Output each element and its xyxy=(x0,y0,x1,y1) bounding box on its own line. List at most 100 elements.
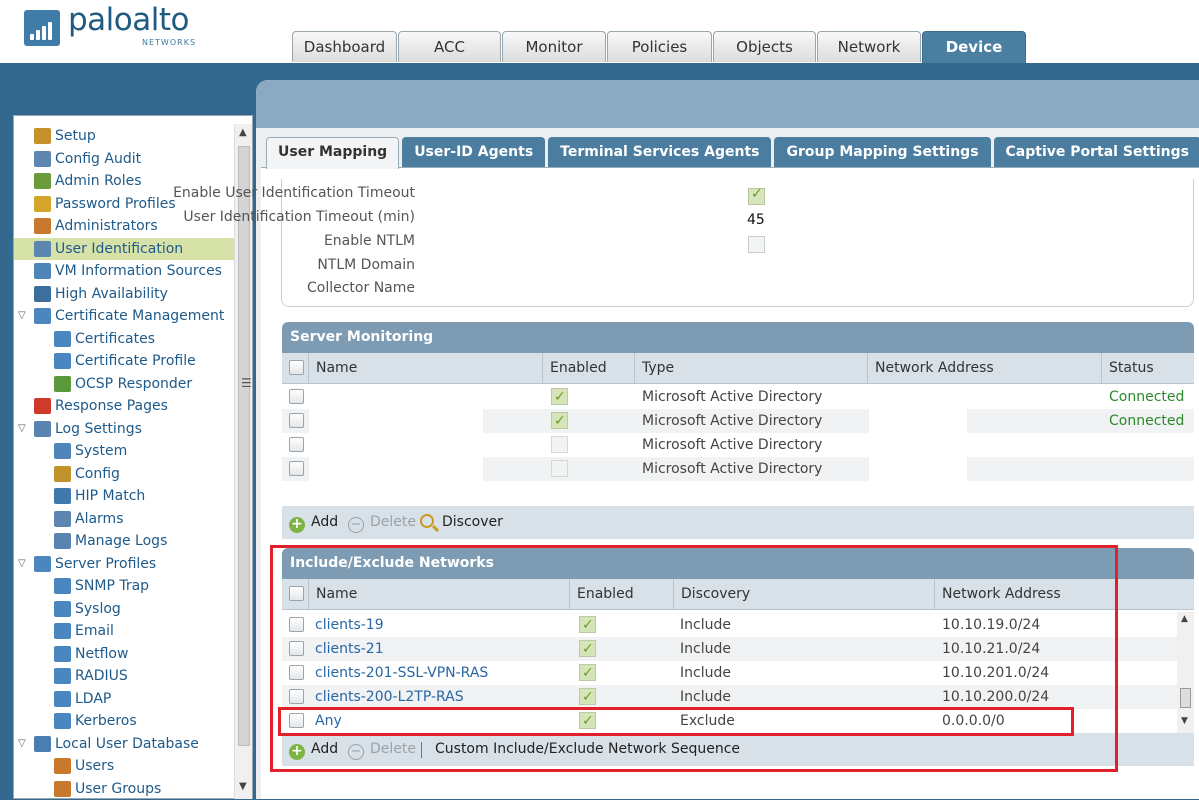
timeout-value: 45 xyxy=(747,212,765,228)
sidebar-item-log-settings[interactable]: ▽ Log Settings xyxy=(14,418,234,440)
table-row[interactable]: Microsoft Active Directory Connected xyxy=(282,385,1194,409)
scroll-up-icon[interactable]: ▲ xyxy=(239,127,247,138)
sidebar-item-response-pages[interactable]: Response Pages xyxy=(14,395,234,417)
sidebar-item-label: VM Information Sources xyxy=(55,263,222,279)
redacted-address xyxy=(869,457,967,481)
sidebar-item-certificate-profile[interactable]: Certificate Profile xyxy=(14,350,234,372)
sidebar-item-alarms[interactable]: Alarms xyxy=(14,508,234,530)
networks-scrollbar[interactable]: ▲ ▼ xyxy=(1177,612,1194,733)
server-profile-icon xyxy=(54,623,71,639)
paloalto-logo-mark-icon xyxy=(24,10,60,46)
tab-dashboard[interactable]: Dashboard xyxy=(292,31,397,62)
table-row[interactable]: Microsoft Active Directory xyxy=(282,433,1194,457)
scroll-down-icon[interactable]: ▼ xyxy=(1181,716,1188,726)
server-profile-icon xyxy=(54,713,71,729)
sidebar-item-users[interactable]: Users xyxy=(14,755,234,777)
tab-objects[interactable]: Objects xyxy=(713,31,816,62)
redacted-name xyxy=(309,409,483,433)
server-profile-icon xyxy=(54,668,71,684)
add-icon: + xyxy=(289,517,305,533)
database-icon xyxy=(34,735,51,752)
select-all-checkbox[interactable] xyxy=(289,360,304,375)
networks-scroll-thumb[interactable] xyxy=(1180,688,1191,708)
tab-user-mapping[interactable]: User Mapping xyxy=(266,137,400,169)
sidebar-item-netflow[interactable]: Netflow xyxy=(14,643,234,665)
delete-server-button[interactable]: − Delete xyxy=(348,506,416,539)
tab-network[interactable]: Network xyxy=(817,31,921,62)
redacted-name xyxy=(309,433,483,457)
enable-timeout-checkbox[interactable] xyxy=(748,186,765,205)
discover-button[interactable]: Discover xyxy=(420,506,503,539)
server-type: Microsoft Active Directory xyxy=(642,461,823,477)
sidebar-item-syslog[interactable]: Syslog xyxy=(14,598,234,620)
sidebar-item-hip-match[interactable]: HIP Match xyxy=(14,485,234,507)
sidebar-item-system[interactable]: System xyxy=(14,440,234,462)
tab-device[interactable]: Device xyxy=(922,31,1026,63)
col-name[interactable]: Name xyxy=(308,353,357,384)
sidebar-item-vm-information-sources[interactable]: VM Information Sources xyxy=(14,260,234,282)
col-status[interactable]: Status xyxy=(1101,353,1154,384)
sidebar-item-ocsp-responder[interactable]: OCSP Responder xyxy=(14,373,234,395)
server-profile-icon xyxy=(54,645,71,662)
expand-toggle-icon[interactable]: ▽ xyxy=(18,553,30,575)
tab-group-mapping-settings[interactable]: Group Mapping Settings xyxy=(774,137,991,167)
row-checkbox[interactable] xyxy=(289,413,304,428)
row-checkbox[interactable] xyxy=(289,437,304,452)
tab-terminal-services-agents[interactable]: Terminal Services Agents xyxy=(548,137,772,167)
pane-resize-grip-icon[interactable]: ☰ xyxy=(241,376,252,390)
add-server-button[interactable]: + Add xyxy=(289,506,338,539)
sidebar-item-config-audit[interactable]: Config Audit xyxy=(14,148,234,170)
tab-acc[interactable]: ACC xyxy=(398,31,501,62)
enable-ntlm-checkbox[interactable] xyxy=(748,236,765,253)
sidebar-item-label: HIP Match xyxy=(75,488,146,504)
tab-captive-portal-settings[interactable]: Captive Portal Settings xyxy=(993,137,1199,167)
table-row[interactable]: Microsoft Active Directory Connected xyxy=(282,409,1194,433)
sidebar-item-radius[interactable]: RADIUS xyxy=(14,665,234,687)
sidebar-item-manage-logs[interactable]: Manage Logs xyxy=(14,530,234,552)
tab-monitor[interactable]: Monitor xyxy=(502,31,606,62)
col-enabled[interactable]: Enabled xyxy=(542,353,607,384)
user-icon xyxy=(54,758,71,774)
sidebar-item-config[interactable]: Config xyxy=(14,463,234,485)
row-checkbox[interactable] xyxy=(289,461,304,476)
col-network-address[interactable]: Network Address xyxy=(867,353,994,384)
server-type: Microsoft Active Directory xyxy=(642,389,823,405)
sidebar-item-server-profiles[interactable]: ▽ Server Profiles xyxy=(14,553,234,575)
sidebar-item-label: Config Audit xyxy=(55,150,142,167)
expand-toggle-icon[interactable]: ▽ xyxy=(18,305,30,327)
top-header: paloalto NETWORKS Dashboard ACC Monitor … xyxy=(0,0,1199,63)
sidebar-item-ldap[interactable]: LDAP xyxy=(14,688,234,710)
sidebar-item-email[interactable]: Email xyxy=(14,620,234,642)
highlight-include-exclude-section xyxy=(270,545,1118,772)
enabled-checkbox xyxy=(551,460,568,477)
nav-scroll-thumb[interactable] xyxy=(238,146,250,746)
row-checkbox[interactable] xyxy=(289,389,304,404)
expand-toggle-icon[interactable]: ▽ xyxy=(18,733,30,755)
sidebar-item-kerberos[interactable]: Kerberos xyxy=(14,710,234,732)
sidebar-item-certificates[interactable]: Certificates xyxy=(14,328,234,350)
tab-user-id-agents[interactable]: User-ID Agents xyxy=(402,137,546,167)
expand-toggle-icon[interactable]: ▽ xyxy=(18,418,30,440)
tab-policies[interactable]: Policies xyxy=(607,31,712,62)
sidebar-item-high-availability[interactable]: High Availability xyxy=(14,283,234,305)
sidebar-item-label: User Groups xyxy=(75,780,162,797)
sidebar-item-user-identification[interactable]: User Identification xyxy=(14,237,234,260)
sidebar-item-certificate-management[interactable]: ▽ Certificate Management xyxy=(14,305,234,327)
certificate-icon xyxy=(34,308,51,324)
server-type: Microsoft Active Directory xyxy=(642,413,823,429)
sidebar-item-label: Server Profiles xyxy=(55,555,157,572)
server-status: Connected xyxy=(1109,413,1185,429)
brand-name: paloalto xyxy=(68,2,189,38)
server-profile-icon xyxy=(54,578,71,594)
scroll-down-icon[interactable]: ▼ xyxy=(239,781,247,792)
discover-label: Discover xyxy=(442,514,503,530)
sidebar-item-setup[interactable]: Setup xyxy=(14,125,234,147)
col-type[interactable]: Type xyxy=(634,353,674,384)
sidebar-item-user-groups[interactable]: User Groups xyxy=(14,778,234,800)
sidebar-item-local-user-database[interactable]: ▽ Local User Database xyxy=(14,733,234,755)
table-row[interactable]: Microsoft Active Directory xyxy=(282,457,1194,481)
log-icon xyxy=(34,420,51,437)
sidebar-item-snmp-trap[interactable]: SNMP Trap xyxy=(14,575,234,597)
nav-scrollbar[interactable]: ▲ ▼ xyxy=(234,124,252,799)
scroll-up-icon[interactable]: ▲ xyxy=(1181,614,1188,624)
